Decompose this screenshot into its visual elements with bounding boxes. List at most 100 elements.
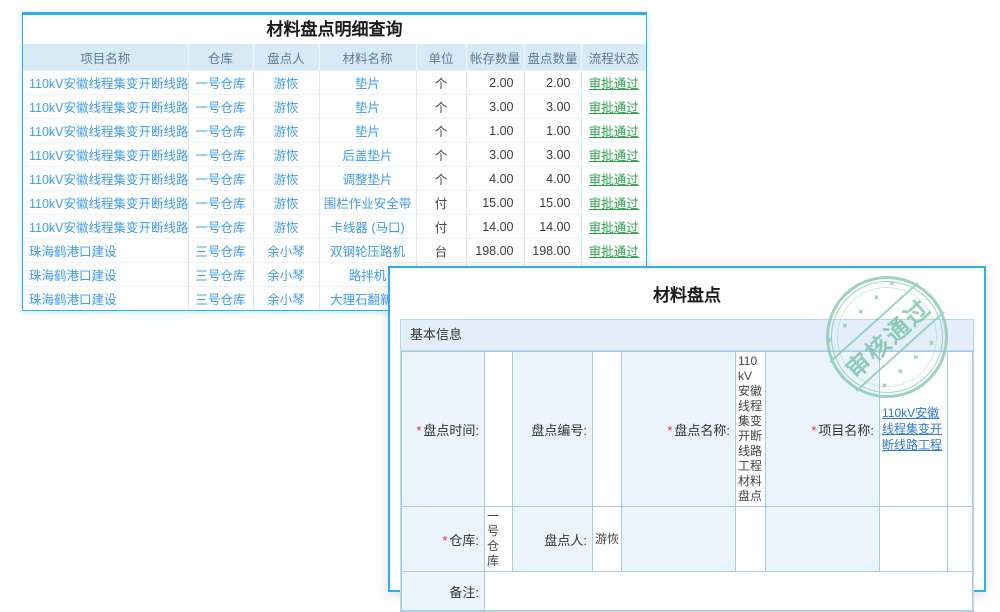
cell-book-qty: 198.00 xyxy=(466,239,524,263)
cell-count-qty: 14.00 xyxy=(524,215,581,239)
cell-status: 审批通过 xyxy=(581,95,646,119)
form-title: 材料盘点 xyxy=(390,281,984,306)
empty-cell xyxy=(948,352,973,507)
cell-count-qty: 4.00 xyxy=(524,167,581,191)
cell-project: 珠海鹤港口建设 xyxy=(23,239,188,263)
column-header-4: 单位 xyxy=(416,44,466,71)
table-row: 110kV安徽线程集变开断线路工程一号仓库游恢垫片个2.002.00审批通过 xyxy=(23,71,646,95)
basic-info-header: 基本信息 xyxy=(401,320,973,351)
cell-count-qty: 3.00 xyxy=(524,95,581,119)
cell-material: 调整垫片 xyxy=(319,167,416,191)
table-row: 珠海鹤港口建设三号仓库余小琴双钢轮压路机台198.00198.00审批通过 xyxy=(23,239,646,263)
table-header-row: 项目名称仓库盘点人材料名称单位帐存数量盘点数量流程状态 xyxy=(23,44,646,71)
basic-info-table: *盘点时间: 盘点编号: *盘点名称: 110kV安徽线程集变开断线路工程材料盘… xyxy=(401,351,973,611)
cell-warehouse: 三号仓库 xyxy=(188,287,253,311)
required-mark: * xyxy=(667,423,672,438)
remark-label: 备注: xyxy=(402,572,485,611)
cell-material: 垫片 xyxy=(319,95,416,119)
column-header-3: 材料名称 xyxy=(319,44,416,71)
cell-person: 游恢 xyxy=(253,71,319,95)
cell-status: 审批通过 xyxy=(581,143,646,167)
cell-warehouse: 一号仓库 xyxy=(188,215,253,239)
empty-cell xyxy=(948,507,973,572)
status-link[interactable]: 审批通过 xyxy=(589,173,639,187)
column-header-6: 盘点数量 xyxy=(524,44,581,71)
cell-warehouse: 一号仓库 xyxy=(188,71,253,95)
cell-warehouse: 一号仓库 xyxy=(188,95,253,119)
cell-status: 审批通过 xyxy=(581,71,646,95)
status-link[interactable]: 审批通过 xyxy=(589,125,639,139)
cell-project: 110kV安徽线程集变开断线路工程 xyxy=(23,119,188,143)
cell-project: 珠海鹤港口建设 xyxy=(23,263,188,287)
project-name-value-cell: 110kV安徽线程集变开断线路工程 xyxy=(880,352,948,507)
cell-status: 审批通过 xyxy=(581,215,646,239)
table-row: 110kV安徽线程集变开断线路工程一号仓库游恢调整垫片个4.004.00审批通过 xyxy=(23,167,646,191)
cell-status: 审批通过 xyxy=(581,239,646,263)
cell-project: 珠海鹤港口建设 xyxy=(23,287,188,311)
column-header-1: 仓库 xyxy=(188,44,253,71)
cell-count-qty: 3.00 xyxy=(524,143,581,167)
cell-unit: 个 xyxy=(416,167,466,191)
cell-unit: 个 xyxy=(416,119,466,143)
table-row: 110kV安徽线程集变开断线路工程一号仓库游恢后盖垫片个3.003.00审批通过 xyxy=(23,143,646,167)
empty-cell xyxy=(736,507,766,572)
empty-label-cell xyxy=(766,507,880,572)
cell-material: 后盖垫片 xyxy=(319,143,416,167)
cell-unit: 付 xyxy=(416,191,466,215)
status-link[interactable]: 审批通过 xyxy=(589,221,639,235)
warehouse-label: *仓库: xyxy=(402,507,485,572)
status-link[interactable]: 审批通过 xyxy=(589,101,639,115)
cell-material: 双钢轮压路机 xyxy=(319,239,416,263)
inventory-time-field[interactable] xyxy=(485,352,513,507)
material-inventory-form-panel: 材料盘点 基本信息 *盘点时间: 盘点编号: *盘点名称: 110kV安徽线程集… xyxy=(388,266,986,592)
cell-book-qty: 2.00 xyxy=(466,71,524,95)
status-link[interactable]: 审批通过 xyxy=(589,149,639,163)
cell-material: 垫片 xyxy=(319,71,416,95)
cell-project: 110kV安徽线程集变开断线路工程 xyxy=(23,191,188,215)
cell-status: 审批通过 xyxy=(581,119,646,143)
cell-warehouse: 一号仓库 xyxy=(188,143,253,167)
required-mark: * xyxy=(416,423,421,438)
cell-book-qty: 15.00 xyxy=(466,191,524,215)
cell-project: 110kV安徽线程集变开断线路工程 xyxy=(23,143,188,167)
table-row: 110kV安徽线程集变开断线路工程一号仓库游恢围栏作业安全带付15.0015.0… xyxy=(23,191,646,215)
cell-person: 余小琴 xyxy=(253,287,319,311)
cell-unit: 个 xyxy=(416,143,466,167)
cell-person: 游恢 xyxy=(253,167,319,191)
status-link[interactable]: 审批通过 xyxy=(589,77,639,91)
cell-material: 卡线器 (马口) xyxy=(319,215,416,239)
cell-project: 110kV安徽线程集变开断线路工程 xyxy=(23,215,188,239)
column-header-5: 帐存数量 xyxy=(466,44,524,71)
column-header-0: 项目名称 xyxy=(23,44,188,71)
cell-count-qty: 15.00 xyxy=(524,191,581,215)
cell-material: 围栏作业安全带 xyxy=(319,191,416,215)
status-link[interactable]: 审批通过 xyxy=(589,197,639,211)
project-name-link[interactable]: 110kV安徽线程集变开断线路工程 xyxy=(882,405,945,453)
cell-project: 110kV安徽线程集变开断线路工程 xyxy=(23,71,188,95)
cell-unit: 个 xyxy=(416,71,466,95)
person-label: 盘点人: xyxy=(513,507,593,572)
cell-unit: 台 xyxy=(416,239,466,263)
inventory-no-field[interactable] xyxy=(593,352,622,507)
cell-warehouse: 三号仓库 xyxy=(188,263,253,287)
cell-person: 游恢 xyxy=(253,119,319,143)
cell-status: 审批通过 xyxy=(581,167,646,191)
cell-person: 游恢 xyxy=(253,95,319,119)
cell-warehouse: 一号仓库 xyxy=(188,119,253,143)
cell-project: 110kV安徽线程集变开断线路工程 xyxy=(23,167,188,191)
required-mark: * xyxy=(811,423,816,438)
column-header-7: 流程状态 xyxy=(581,44,646,71)
cell-person: 游恢 xyxy=(253,191,319,215)
cell-status: 审批通过 xyxy=(581,191,646,215)
status-link[interactable]: 审批通过 xyxy=(589,245,639,259)
cell-warehouse: 一号仓库 xyxy=(188,191,253,215)
cell-book-qty: 1.00 xyxy=(466,119,524,143)
cell-warehouse: 一号仓库 xyxy=(188,167,253,191)
empty-cell xyxy=(880,507,948,572)
cell-unit: 付 xyxy=(416,215,466,239)
cell-person: 游恢 xyxy=(253,215,319,239)
cell-book-qty: 3.00 xyxy=(466,95,524,119)
project-name-label: *项目名称: xyxy=(766,352,880,507)
remark-field[interactable] xyxy=(485,572,973,611)
table-row: 110kV安徽线程集变开断线路工程一号仓库游恢卡线器 (马口)付14.0014.… xyxy=(23,215,646,239)
